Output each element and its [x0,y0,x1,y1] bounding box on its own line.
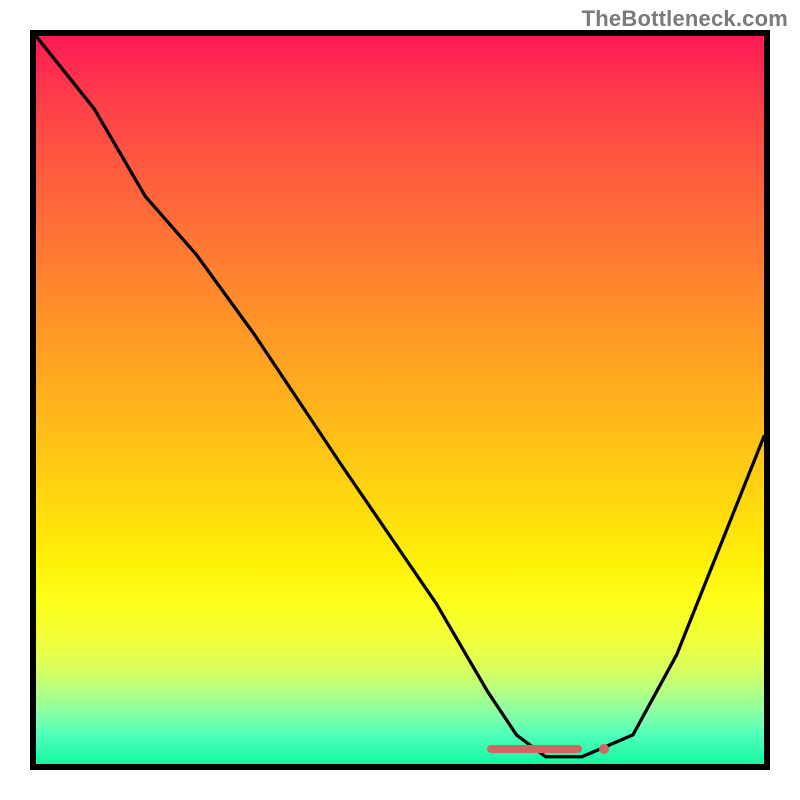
watermark-text: TheBottleneck.com [582,6,788,32]
chart-line-path [36,36,764,757]
chart-marker-strip [487,745,582,753]
chart-plot-area [30,30,770,770]
chart-line-curve [36,36,764,764]
